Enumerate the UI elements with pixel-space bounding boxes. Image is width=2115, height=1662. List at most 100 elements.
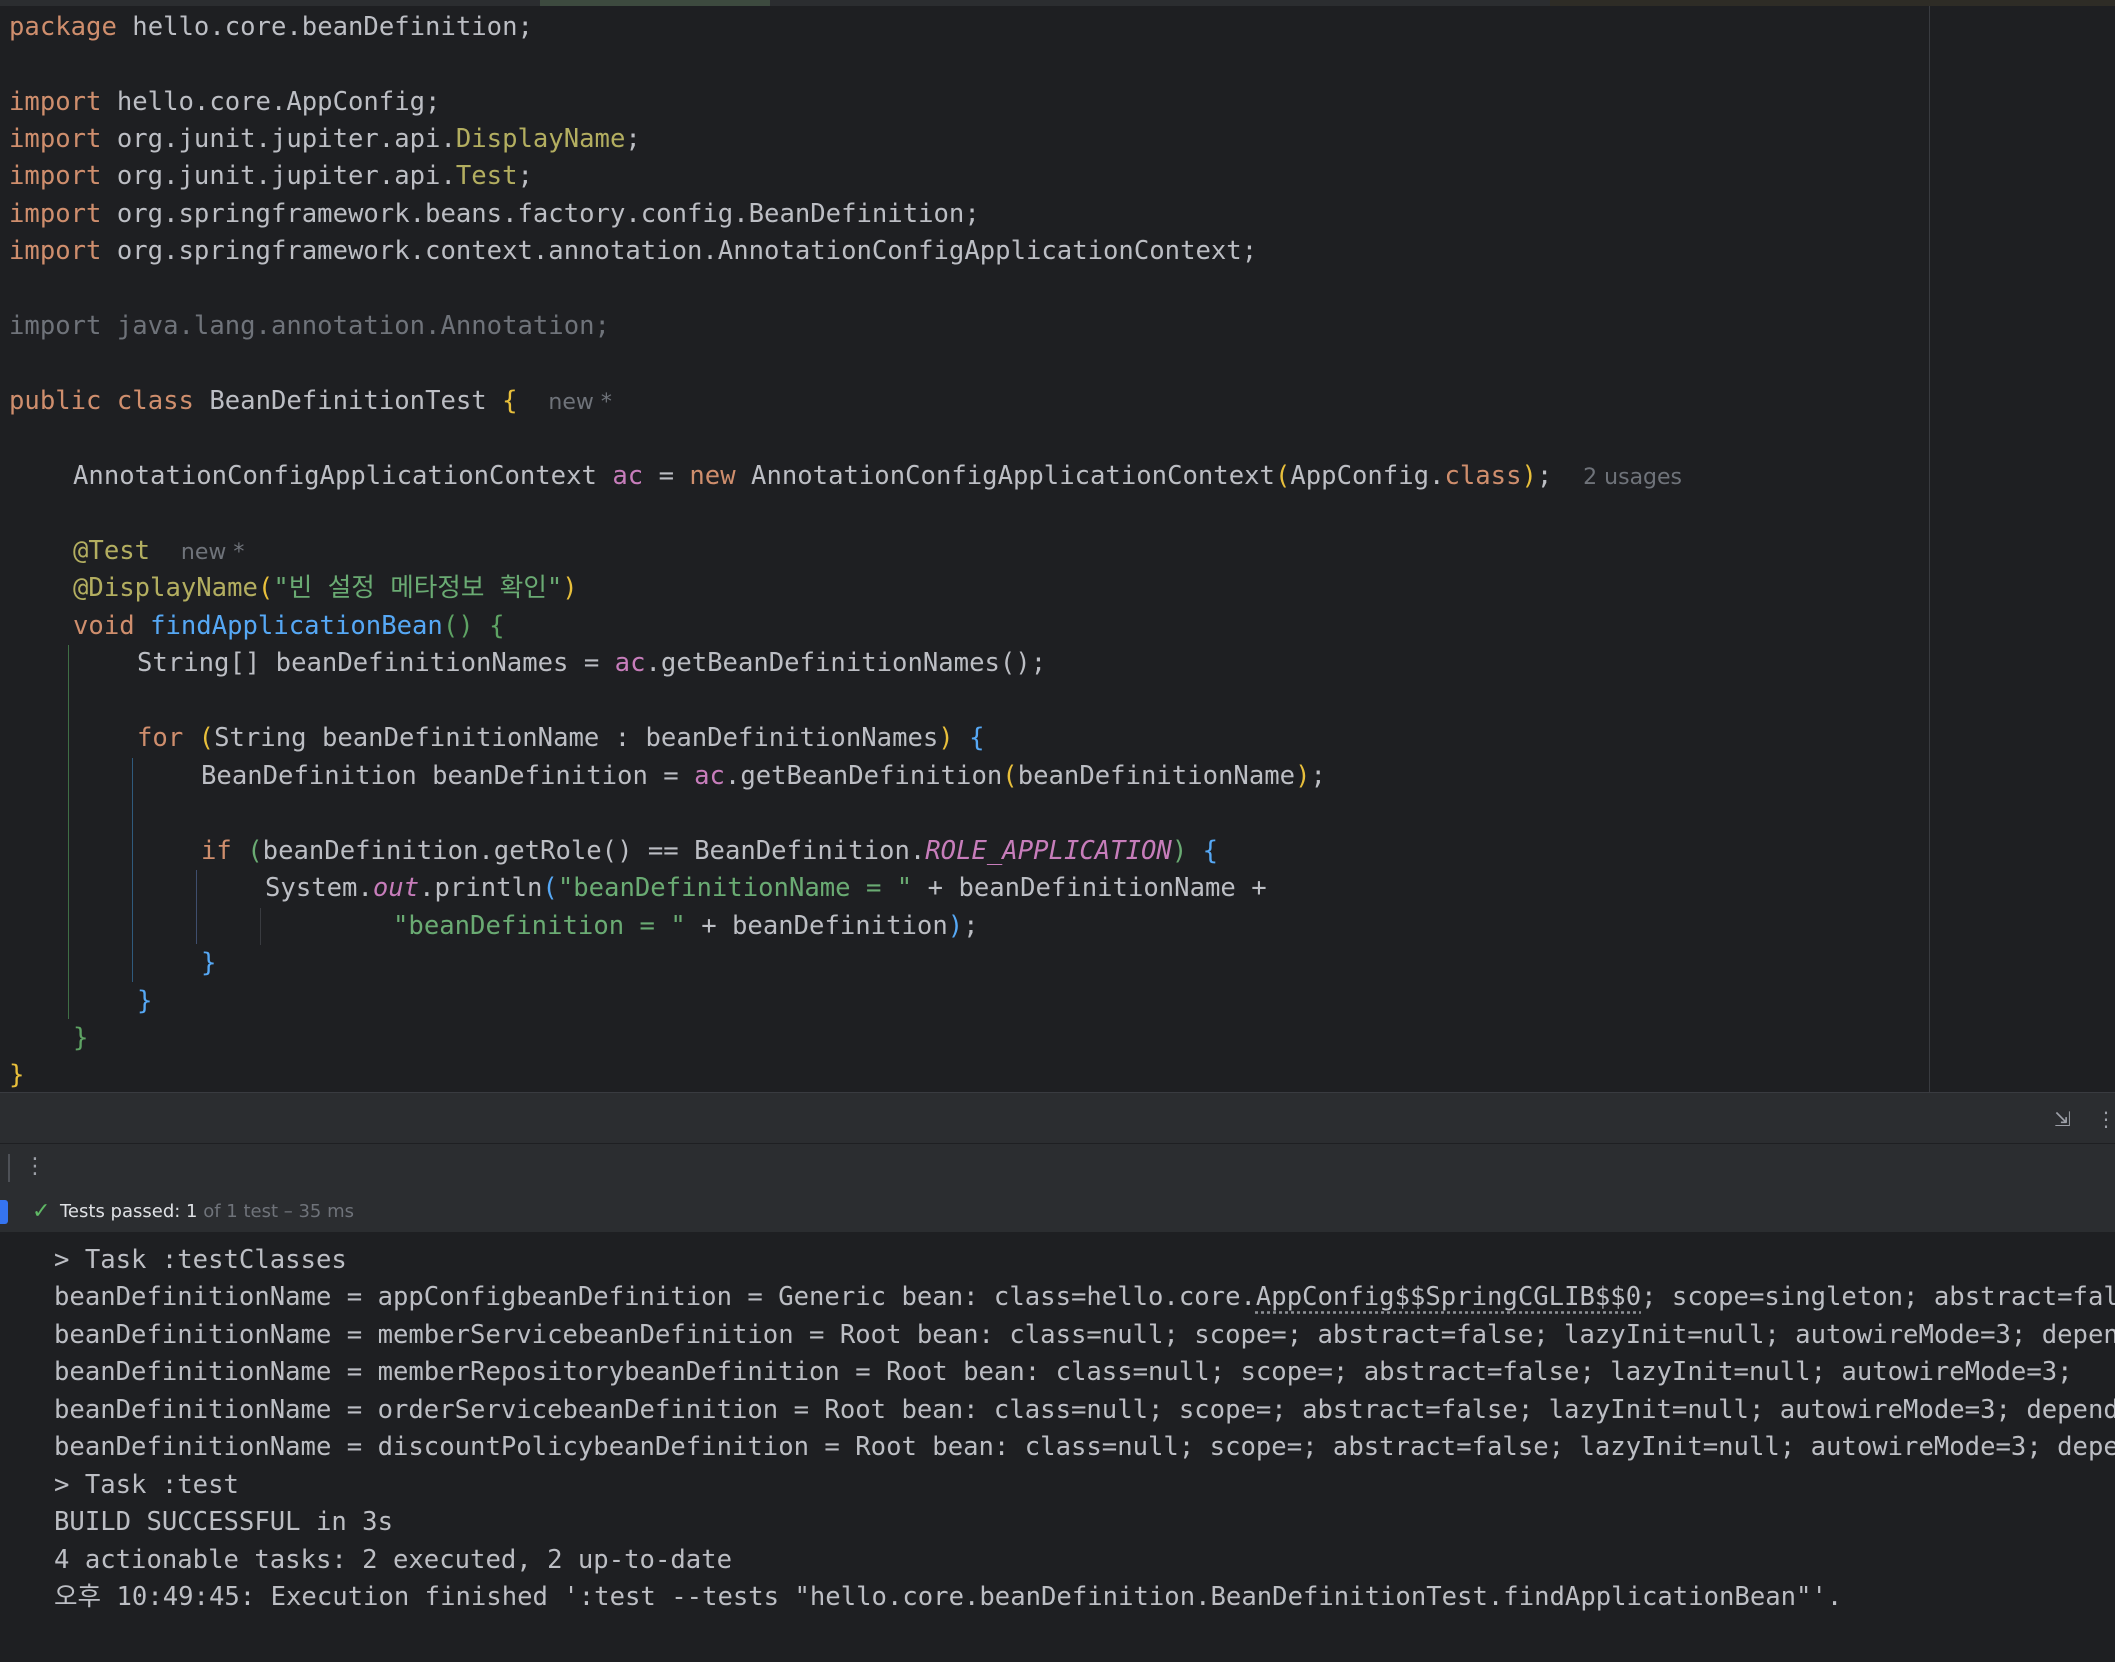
close-method-brace: } xyxy=(73,1023,89,1053)
import-annotation-name: Test xyxy=(455,161,518,191)
for-line: for (String beanDefinitionName : beanDef… xyxy=(137,720,985,757)
import-line-4: import org.springframework.beans.factory… xyxy=(9,196,980,233)
method-parens: () { xyxy=(442,611,505,641)
tests-passed-label: Tests passed: xyxy=(60,1201,187,1222)
import-path: hello.core.AppConfig; xyxy=(101,87,441,117)
field-type: AnnotationConfigApplicationContext xyxy=(73,461,597,491)
semicolon: ; xyxy=(625,124,641,154)
import-path: org.junit.jupiter.api. xyxy=(101,124,456,154)
console-line: BUILD SUCCESSFUL in 3s xyxy=(54,1507,393,1537)
bd-assignment: BeanDefinition beanDefinition = xyxy=(201,761,695,791)
print-concat-1: + beanDefinitionName + xyxy=(912,873,1267,903)
more-options-icon[interactable]: ⋮ xyxy=(2096,1107,2115,1131)
check-icon: ✓ xyxy=(32,1199,51,1224)
new-keyword: new xyxy=(689,461,736,491)
open-paren: ( xyxy=(257,573,274,603)
import-line-2: import org.junit.jupiter.api.DisplayName… xyxy=(9,121,641,158)
editor-tab-strip xyxy=(0,0,2115,6)
close-paren: ) xyxy=(1521,461,1537,491)
open-paren: ( xyxy=(542,873,558,903)
for-header: String beanDefinitionName : beanDefiniti… xyxy=(214,723,939,753)
test-status-bar: ✓ Tests passed: 1 of 1 test – 35 ms xyxy=(0,1192,2115,1232)
get-names-call: .getBeanDefinitionNames(); xyxy=(645,648,1047,678)
ac-reference: ac xyxy=(614,648,646,678)
import-keyword: import xyxy=(9,161,102,191)
system-ref: System. xyxy=(265,873,373,903)
print-string-1: "beanDefinitionName = " xyxy=(557,873,913,903)
import-annotation-name: DisplayName xyxy=(455,124,626,154)
unused-import-line: import java.lang.annotation.Annotation; xyxy=(9,311,610,341)
console-line: beanDefinitionName = appConfigbeanDefini… xyxy=(54,1279,2115,1317)
close-if-brace: } xyxy=(201,948,217,978)
method-author-hint[interactable]: new * xyxy=(181,540,244,565)
open-paren: ( xyxy=(198,723,215,753)
bd-arg: beanDefinitionName xyxy=(1017,761,1296,791)
semicolon: ; xyxy=(517,161,533,191)
print-string-2: "beanDefinition = " xyxy=(393,911,686,941)
import-keyword: import xyxy=(9,87,102,117)
right-margin-guide xyxy=(1929,6,1930,1092)
test-annotation: @Test xyxy=(73,536,151,566)
class-declaration: public class BeanDefinitionTest { new * xyxy=(9,383,612,420)
code-editor[interactable]: package hello.core.beanDefinition; impor… xyxy=(0,0,2115,1092)
console-line: beanDefinitionName = discountPolicybeanD… xyxy=(54,1432,2115,1462)
semicolon: ; xyxy=(1310,761,1326,791)
import-path: org.springframework.beans.factory.config… xyxy=(101,199,980,229)
semicolon: ; xyxy=(1536,461,1553,491)
console-line: > Task :testClasses xyxy=(54,1245,347,1275)
out-field: out xyxy=(372,873,420,903)
close-paren: ) xyxy=(938,723,954,753)
constructor-name: AnnotationConfigApplicationContext xyxy=(735,461,1275,491)
tests-passed-detail: of 1 test – 35 ms xyxy=(197,1201,355,1222)
method-declaration: void findApplicationBean() { xyxy=(73,608,504,645)
ac-reference: ac xyxy=(694,761,725,791)
class-name: BeanDefinitionTest xyxy=(209,386,487,416)
run-tool-window-header: ⇲ ⋮ xyxy=(0,1093,2115,1143)
import-keyword: import xyxy=(9,199,102,229)
close-paren: ) xyxy=(947,911,964,941)
names-line: String[] beanDefinitionNames = ac.getBea… xyxy=(137,645,1046,682)
console-output[interactable]: > Task :testClasses beanDefinitionName =… xyxy=(0,1232,2115,1662)
usages-hint[interactable]: 2 usages xyxy=(1583,465,1682,490)
role-application-constant: ROLE_APPLICATION xyxy=(925,836,1172,866)
run-toolbar: ⋮ xyxy=(0,1143,2115,1192)
constructor-arg: AppConfig. xyxy=(1290,461,1445,491)
if-line: if (beanDefinition.getRole() == BeanDefi… xyxy=(201,833,1218,870)
for-keyword: for xyxy=(137,723,184,753)
console-line-prefix: beanDefinitionName = appConfigbeanDefini… xyxy=(54,1282,1256,1312)
import-line-1: import hello.core.AppConfig; xyxy=(9,84,440,121)
import-keyword: import xyxy=(9,124,102,154)
if-keyword: if xyxy=(201,836,232,866)
import-keyword: import xyxy=(9,236,102,266)
console-line: 4 actionable tasks: 2 executed, 2 up-to-… xyxy=(54,1545,732,1575)
open-paren: ( xyxy=(247,836,263,866)
close-paren: ) xyxy=(562,573,578,603)
toolbar-menu-icon[interactable]: ⋮ xyxy=(24,1154,46,1179)
close-paren: ) xyxy=(1171,836,1188,866)
close-for-brace: } xyxy=(137,986,153,1016)
println-call: .println xyxy=(419,873,543,903)
import-line-3: import org.junit.jupiter.api.Test; xyxy=(9,158,533,195)
assign-operator: = xyxy=(643,461,690,491)
console-line: beanDefinitionName = orderServicebeanDef… xyxy=(54,1395,2115,1425)
method-name: findApplicationBean xyxy=(150,611,443,641)
class-author-hint[interactable]: new * xyxy=(548,390,611,415)
names-assignment: String[] beanDefinitionNames = xyxy=(137,648,615,678)
open-paren: ( xyxy=(1274,461,1291,491)
package-keyword: package xyxy=(9,12,117,42)
console-line: beanDefinitionName = memberServicebeanDe… xyxy=(54,1320,2115,1350)
display-name-string: "빈 설정 메타정보 확인" xyxy=(273,573,563,603)
restore-layout-icon[interactable]: ⇲ xyxy=(2054,1107,2071,1131)
bean-definition-line: BeanDefinition beanDefinition = ac.getBe… xyxy=(201,758,1326,795)
if-indent-guide xyxy=(196,870,197,944)
print-concat-2: + beanDefinition xyxy=(685,911,948,941)
open-brace: { xyxy=(502,386,518,416)
console-class-link[interactable]: AppConfig$$SpringCGLIB$$0 xyxy=(1256,1282,1641,1312)
open-brace: { xyxy=(969,723,985,753)
tests-passed-count: 1 xyxy=(186,1201,198,1222)
display-name-line: @DisplayName("빈 설정 메타정보 확인") xyxy=(73,570,578,607)
toolbar-separator xyxy=(8,1154,10,1182)
package-line: package hello.core.beanDefinition; xyxy=(9,9,533,46)
println-line: System.out.println("beanDefinitionName =… xyxy=(265,870,1267,907)
close-paren: ) xyxy=(1295,761,1311,791)
